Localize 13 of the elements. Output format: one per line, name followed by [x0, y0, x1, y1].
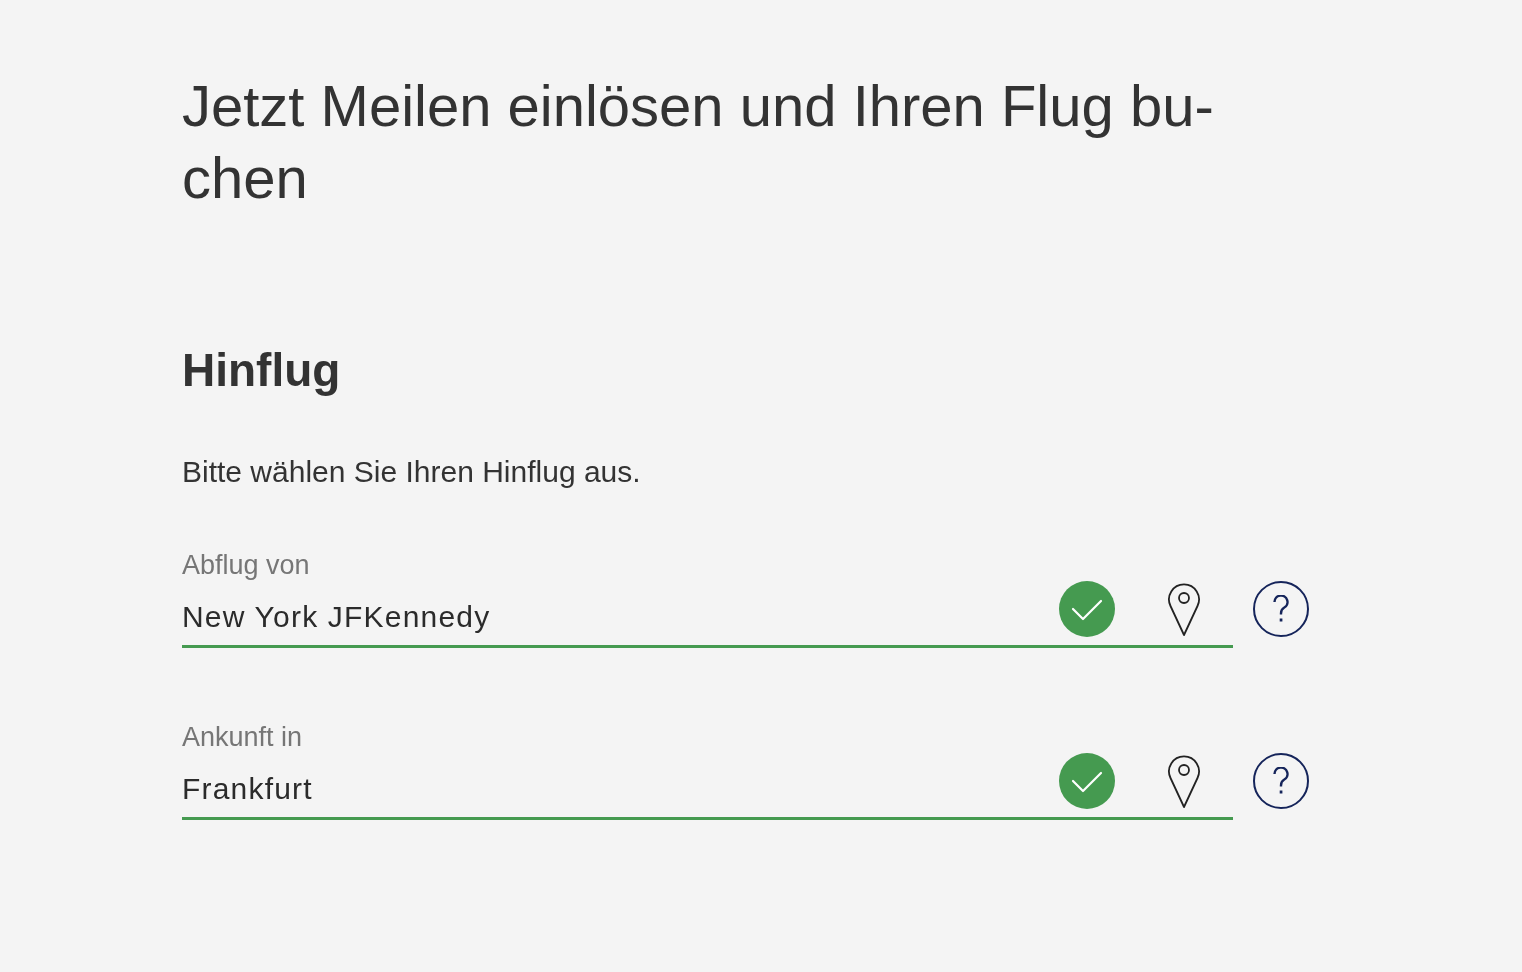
map-pin-icon — [1166, 581, 1202, 637]
help-button[interactable] — [1253, 753, 1309, 809]
location-button[interactable] — [1166, 581, 1202, 637]
section-title: Hinflug — [182, 344, 341, 396]
field-label: Abflug von — [182, 550, 310, 580]
instruction-text: Bitte wählen Sie Ihren Hinflug aus. — [182, 454, 641, 490]
location-button[interactable] — [1166, 753, 1202, 809]
question-mark-icon — [1273, 595, 1289, 623]
field-label: Ankunft in — [182, 722, 303, 752]
map-pin-icon — [1166, 753, 1202, 809]
help-button[interactable] — [1253, 581, 1309, 637]
page-heading: Jetzt Meilen einlösen und Ihren Flug bu-chen — [182, 72, 1215, 212]
question-mark-icon — [1273, 767, 1289, 795]
